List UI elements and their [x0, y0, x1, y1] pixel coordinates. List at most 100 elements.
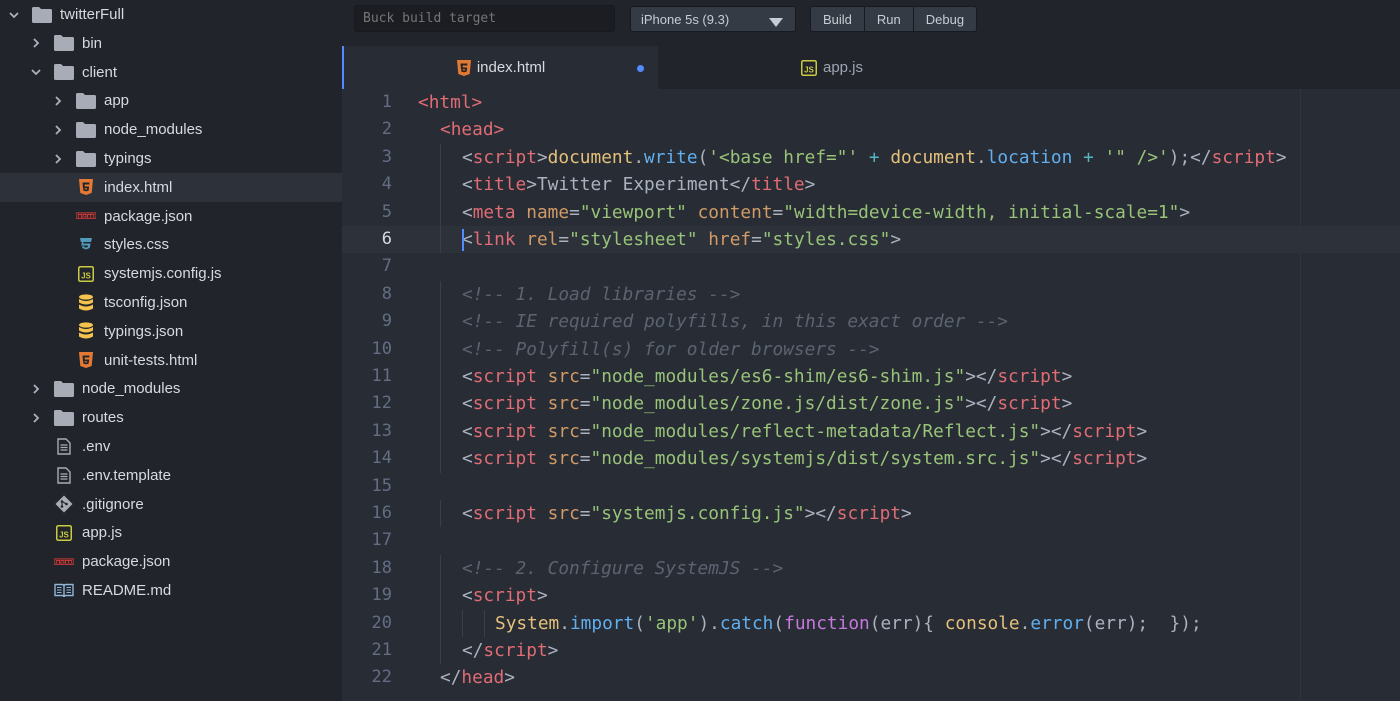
- tree-item-label: package.json: [104, 207, 193, 225]
- code-token: src: [547, 393, 580, 415]
- code-text: <!-- 2. Configure SystemJS -->: [462, 555, 783, 582]
- code-text: <meta name="viewport" content="width=dev…: [462, 199, 1190, 226]
- debug-button[interactable]: Debug: [912, 6, 978, 32]
- code-token: script: [1072, 420, 1137, 442]
- code-token: .: [559, 612, 570, 634]
- tree-item[interactable]: .env: [0, 432, 342, 461]
- code-token: (: [773, 612, 785, 634]
- tree-item[interactable]: package.json: [0, 202, 342, 231]
- build-target-input[interactable]: [354, 5, 615, 32]
- code-editor[interactable]: 1 <html> 2 <head> 3 <script>document.write('<…: [342, 89, 1400, 701]
- code-text: <script>: [462, 582, 548, 609]
- tree-item[interactable]: README.md: [0, 576, 342, 605]
- run-button[interactable]: Run: [863, 6, 914, 32]
- code-token: href: [708, 229, 752, 250]
- code-token: "stylesheet": [569, 229, 698, 250]
- tree-item[interactable]: JS app.js: [0, 518, 342, 547]
- chevron-right-icon[interactable]: [28, 413, 44, 423]
- code-token: <: [462, 201, 473, 223]
- tab-label: index.html: [476, 59, 546, 76]
- tree-item[interactable]: node_modules: [0, 374, 342, 403]
- tree-item[interactable]: styles.css: [0, 230, 342, 259]
- code-line: 8 <!-- 1. Load libraries -->: [342, 280, 1400, 309]
- svg-text:JS: JS: [804, 65, 814, 74]
- tree-item[interactable]: index.html: [0, 172, 342, 202]
- indent-guide: [440, 417, 441, 446]
- code-token: Twitter Experiment: [536, 174, 730, 196]
- tree-item[interactable]: package.json: [0, 547, 342, 576]
- code-text: <link rel="stylesheet" href="styles.css"…: [462, 226, 901, 253]
- chevron-right-icon[interactable]: [28, 384, 44, 394]
- code-token: src: [547, 503, 580, 524]
- tree-item[interactable]: twitterFull: [0, 0, 342, 29]
- html5-icon: [76, 178, 96, 196]
- code-token: <: [462, 585, 473, 607]
- chevron-down-icon[interactable]: [6, 10, 22, 20]
- code-line: 22 </head>: [342, 664, 1400, 691]
- code-token: <!-- 2. Configure SystemJS -->: [462, 557, 784, 579]
- tree-item[interactable]: routes: [0, 403, 342, 432]
- tree-item[interactable]: typings.json: [0, 317, 342, 346]
- code-token: =: [569, 201, 580, 223]
- device-select[interactable]: iPhone 5s (9.3): [630, 6, 796, 32]
- tree-item[interactable]: JS systemjs.config.js: [0, 259, 342, 288]
- code-token: (err); });: [1083, 612, 1202, 634]
- code-token: location: [986, 146, 1073, 168]
- tree-item[interactable]: client: [0, 58, 342, 87]
- chevron-down-icon[interactable]: [28, 67, 44, 77]
- code-token: script: [472, 366, 537, 387]
- tab-index-html[interactable]: index.html: [342, 46, 658, 89]
- js-file-icon: JS: [76, 265, 96, 283]
- build-toolbar: iPhone 5s (9.3) Build Run Debug: [342, 0, 1400, 46]
- chevron-right-icon[interactable]: [50, 96, 66, 106]
- code-token: .: [1019, 612, 1031, 634]
- code-token: "width=device-width, initial-scale=1": [783, 201, 1180, 223]
- tree-item[interactable]: app: [0, 86, 342, 115]
- tree-item-label: .gitignore: [82, 495, 144, 513]
- tab-app-js[interactable]: JS app.js: [658, 46, 1006, 89]
- code-token: >: [536, 585, 548, 607]
- tree-item-label: client: [82, 63, 118, 81]
- indent-guide: [440, 226, 441, 254]
- code-text: System.import('app').catch(function(err)…: [495, 610, 1202, 637]
- tree-item-label: package.json: [82, 553, 171, 571]
- npm-icon: [54, 553, 74, 571]
- code-token: <: [462, 366, 473, 387]
- build-run-debug-group: Build Run Debug: [810, 6, 978, 32]
- code-token: =: [579, 503, 591, 524]
- tree-item[interactable]: typings: [0, 144, 342, 173]
- code-token: >: [1179, 201, 1191, 223]
- tree-item[interactable]: unit-tests.html: [0, 346, 342, 375]
- line-number: 3: [381, 146, 392, 167]
- build-button[interactable]: Build: [810, 6, 865, 32]
- tree-item[interactable]: tsconfig.json: [0, 288, 342, 317]
- chevron-right-icon[interactable]: [28, 38, 44, 48]
- line-number: 21: [371, 640, 392, 660]
- code-token: =: [579, 420, 591, 442]
- code-token: =: [751, 229, 762, 250]
- chevron-right-icon[interactable]: [50, 153, 66, 164]
- tree-item[interactable]: .env.template: [0, 461, 342, 490]
- code-token: ).: [698, 612, 720, 634]
- code-token: >: [526, 174, 537, 196]
- code-token: script: [472, 585, 537, 607]
- code-token: rel: [526, 229, 559, 250]
- code-token: >: [547, 640, 559, 661]
- code-text: <head>: [440, 116, 504, 143]
- tree-item[interactable]: bin: [0, 29, 342, 58]
- tree-item-label: README.md: [82, 582, 172, 599]
- chevron-right-icon[interactable]: [50, 125, 66, 135]
- line-number: 10: [371, 338, 392, 359]
- folder-icon: [76, 150, 96, 168]
- code-text: <script src="systemjs.config.js"></scrip…: [462, 500, 912, 527]
- code-token: =: [772, 201, 784, 223]
- indent-guide: [440, 171, 441, 199]
- tree-item[interactable]: node_modules: [0, 115, 342, 144]
- code-token: >: [890, 229, 902, 250]
- tree-item[interactable]: .gitignore: [0, 490, 342, 519]
- tree-item-label: tsconfig.json: [104, 294, 188, 311]
- line-number: 4: [381, 174, 392, 195]
